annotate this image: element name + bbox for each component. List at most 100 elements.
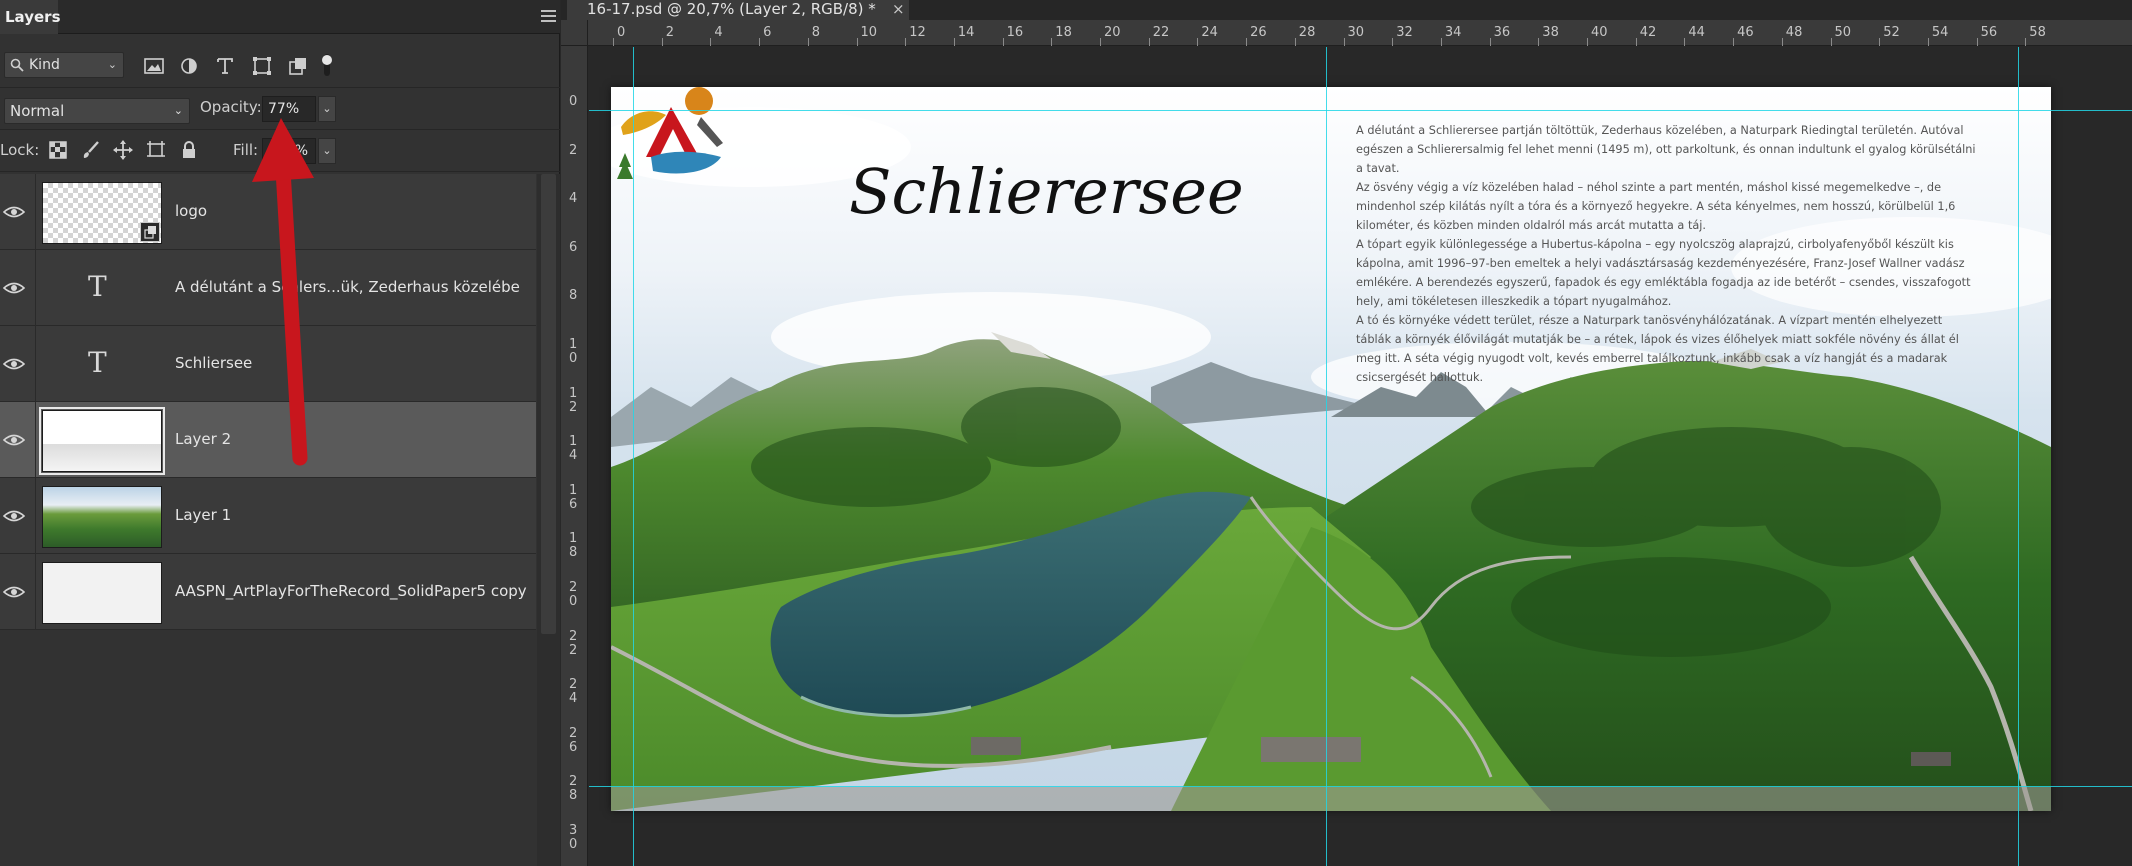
filter-kind-label: Kind [29,57,60,73]
ruler-tick-label: 2 [569,142,578,158]
ruler-tick-label: 44 [1688,25,1705,40]
filter-row: Kind ⌄ [0,48,560,88]
ruler-tick-label: 40 [1591,25,1608,40]
ruler-tick-label: 8 [811,25,821,40]
ruler-tick-label: 50 [1834,25,1852,40]
shape-layer-filter-icon[interactable] [251,56,273,76]
ruler-tick-label: 34 [1444,25,1462,40]
body-text: A délutánt a Schlierersee partján töltöt… [1356,121,1980,387]
blend-mode-select[interactable]: Normal ⌄ [4,98,190,124]
ruler-tick-label: 1 6 [569,482,578,512]
layers-tab[interactable]: Layers [0,0,61,34]
layer-row-layer-2[interactable]: Layer 2 [0,402,536,478]
panel-menu-icon[interactable] [541,10,556,24]
guide-line[interactable] [589,110,2132,111]
layer-name: A délutánt a Schlers...ük, Zederhaus köz… [175,278,520,296]
eye-icon[interactable] [3,278,25,298]
ruler-tick-label: 1 0 [569,337,578,366]
ruler-tick-label: 1 2 [569,385,578,415]
eye-icon[interactable] [3,354,25,374]
pixel-layer-filter-icon[interactable] [143,56,165,76]
eye-icon[interactable] [3,582,25,602]
fill-dropdown-button[interactable]: ⌄ [318,138,336,164]
opacity-dropdown-button[interactable]: ⌄ [318,96,336,122]
type-layer-icon: T [88,270,107,303]
logo-title: Schlierersee [849,155,1244,228]
panel-tabbar: Layers [0,0,560,34]
smart-object-filter-icon[interactable] [287,56,309,76]
filter-toggle-icon[interactable] [320,52,334,78]
ruler-tick-label: 2 4 [569,677,578,707]
ruler-tick-label: 54 [1931,25,1949,40]
ruler-tick-label: 58 [2029,25,2046,40]
ruler-tick-label: 20 [1104,25,1121,40]
ruler-tick-label: 3 0 [569,823,578,852]
document-tab-title: 16-17.psd @ 20,7% (Layer 2, RGB/8) * [587,0,876,18]
fill-input[interactable]: 100% [262,138,316,164]
layer-name: logo [175,202,208,220]
ruler-origin[interactable] [561,20,588,46]
photoshop-window: Layers Kind ⌄ Normal ⌄ Opacity: 77% ⌄ Lo… [0,0,2132,866]
ruler-tick-label: 2 [665,25,674,40]
ruler-tick-label: 18 [1055,25,1072,40]
layer-thumbnail [39,407,165,475]
lock-position-icon[interactable] [112,139,134,161]
lock-transparent-pixels-icon[interactable] [47,139,69,161]
eye-icon[interactable] [3,506,25,526]
close-icon[interactable]: × [892,0,905,18]
filter-kind-select[interactable]: Kind ⌄ [4,52,124,78]
ruler-tick-label: 14 [957,25,975,40]
ruler-tick-label: 32 [1396,25,1413,40]
eye-icon[interactable] [3,202,25,222]
layer-row-text-paragraph[interactable]: T A délutánt a Schlers...ük, Zederhaus k… [0,250,536,326]
ruler-tick-label: 0 [569,94,578,109]
panel-scrollbar-thumb[interactable] [541,174,556,634]
ruler-tick-label: 48 [1785,25,1803,40]
ruler-tick-label: 2 0 [569,580,578,609]
layer-name: Layer 2 [175,430,232,448]
opacity-input[interactable]: 77% [262,96,316,122]
ruler-tick-label: 30 [1347,25,1365,40]
guide-line[interactable] [589,786,2132,787]
layer-list: logo T A délutánt a Schlers...ük, Zederh… [0,174,536,630]
layer-row-paper[interactable]: AASPN_ArtPlayForTheRecord_SolidPaper5 co… [0,554,536,630]
ruler-tick-label: 56 [1980,25,1998,40]
chevron-down-icon: ⌄ [322,102,332,115]
document-tab[interactable]: 16-17.psd @ 20,7% (Layer 2, RGB/8) * × [567,0,909,20]
guide-line[interactable] [633,47,634,866]
layer-row-text-title[interactable]: T Schliersee [0,326,536,402]
layer-row-logo[interactable]: logo [0,174,536,250]
smart-object-badge-icon [140,222,160,242]
ruler-tick-label: 12 [909,25,926,40]
layer-name: Schliersee [175,354,253,372]
document-tabbar: 16-17.psd @ 20,7% (Layer 2, RGB/8) * × [561,0,2132,20]
lock-image-pixels-icon[interactable] [80,139,102,161]
lock-all-icon[interactable] [178,139,200,161]
ruler-tick-label: 22 [1152,25,1170,40]
layer-thumbnail [42,562,162,624]
horizontal-ruler[interactable]: 0 2 4 6 8 10 12 14 16 18 20 22 24 26 28 30 32 34 36 38 40 42 4… [588,20,2132,46]
type-layer-filter-icon[interactable] [214,56,236,76]
lock-artboard-icon[interactable] [145,139,167,161]
opacity-label: Opacity: [200,98,262,116]
guide-line[interactable] [2018,47,2019,866]
type-layer-icon: T [88,346,107,379]
adjustment-layer-filter-icon[interactable] [178,56,200,76]
layer-row-layer-1[interactable]: Layer 1 [0,478,536,554]
layer-name: Layer 1 [175,506,232,524]
ruler-tick-label: 1 8 [569,531,578,561]
ruler-tick-label: 2 6 [569,725,578,755]
paragraph: A tópart egyik különlegessége a Hubertus… [1356,238,1971,308]
guide-line[interactable] [1326,47,1327,866]
ruler-tick-label: 38 [1542,25,1559,40]
ruler-tick-label: 4 [714,25,723,40]
eye-icon[interactable] [3,430,25,450]
document-canvas[interactable]: Schlierersee A délutánt a Schlierersee p… [611,87,2051,811]
vertical-ruler[interactable]: 0 2 4 6 8 1 0 1 2 1 4 1 6 1 8 2 0 2 2 2 4 2 6 2 8 3 0 [561,46,588,866]
chevron-down-icon: ⌄ [322,144,332,157]
ruler-tick-label: 6 [569,239,578,255]
ruler-tick-label: 16 [1006,25,1024,40]
ruler-tick-label: 26 [1250,25,1267,40]
chevron-down-icon: ⌄ [107,58,117,71]
blend-mode-value: Normal [10,102,65,120]
